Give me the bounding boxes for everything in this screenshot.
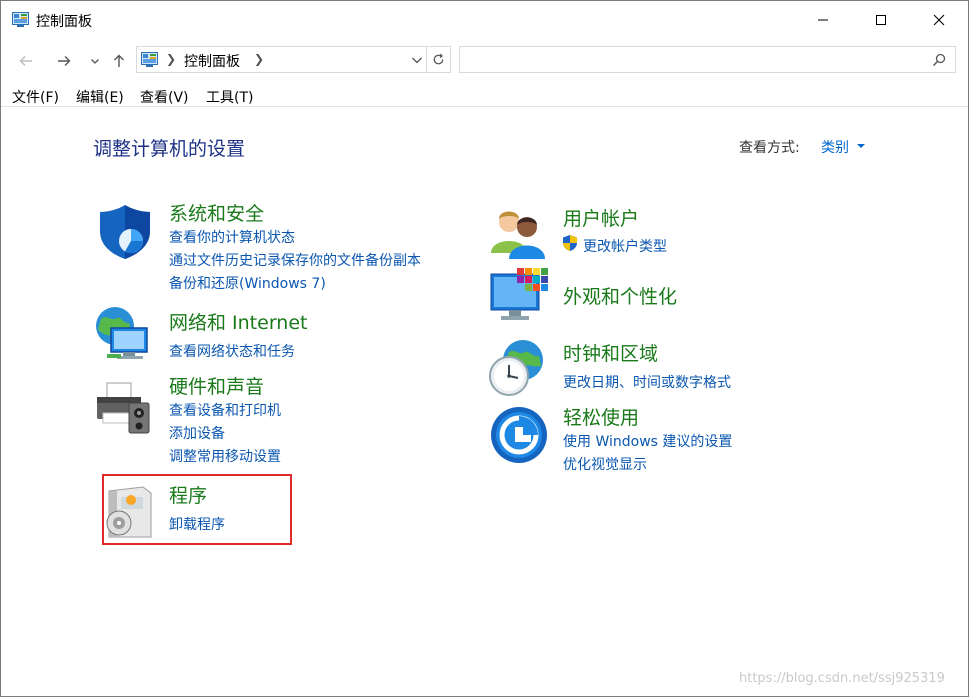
printer-icon[interactable] [93,379,153,439]
watermark-text: https://blog.csdn.net/ssj925319 [739,671,945,686]
view-by-dropdown[interactable]: 类别 [821,137,849,157]
menu-file[interactable]: 文件(F) [12,87,59,107]
refresh-icon [433,53,444,65]
link-network-status[interactable]: 查看网络状态和任务 [169,341,295,361]
clock-globe-icon[interactable] [487,338,547,398]
caret-down-icon[interactable] [857,144,865,148]
link-windows-suggested-settings[interactable]: 使用 Windows 建议的设置 [563,431,732,451]
menu-bar: 文件(F) 编辑(E) 查看(V) 工具(T) [1,83,968,107]
close-button[interactable] [910,1,968,39]
appearance-icon[interactable] [489,266,549,326]
recent-locations-button[interactable] [83,49,107,73]
arrow-right-icon [58,56,71,66]
link-change-account-type[interactable]: 更改帐户类型 [583,236,667,256]
ease-of-access-icon[interactable] [489,405,549,465]
category-title-users[interactable]: 用户帐户 [563,204,639,231]
forward-button[interactable] [52,49,76,73]
menu-edit[interactable]: 编辑(E) [76,87,124,107]
title-bar[interactable]: 控制面板 [1,1,968,39]
category-title-security[interactable]: 系统和安全 [169,199,264,226]
breadcrumb-control-panel[interactable]: 控制面板 [184,51,240,71]
search-box[interactable] [459,46,956,73]
link-date-time-format[interactable]: 更改日期、时间或数字格式 [563,372,731,392]
address-bar[interactable]: ❯ 控制面板 ❯ [136,46,451,73]
uac-shield-icon [563,235,577,251]
category-title-appearance[interactable]: 外观和个性化 [563,282,677,309]
page-title: 调整计算机的设置 [93,138,246,160]
category-title-hardware[interactable]: 硬件和声音 [169,372,264,399]
breadcrumb-separator-icon[interactable]: ❯ [254,52,264,66]
minimize-icon [818,19,828,21]
control-panel-icon [12,12,29,27]
chevron-down-icon [91,59,99,64]
navigation-bar: ❯ 控制面板 ❯ [1,39,968,81]
search-input[interactable] [466,50,926,69]
back-button[interactable] [14,49,38,73]
link-file-history-backup[interactable]: 通过文件历史记录保存你的文件备份副本 [169,250,421,270]
link-mobility-settings[interactable]: 调整常用移动设置 [169,446,281,466]
close-icon [933,14,945,26]
search-icon[interactable] [931,52,947,68]
control-panel-icon [141,52,158,67]
control-panel-window: 控制面板 ❯ 控制面板 ❯ 文件(F) 编辑(E) 查看(V) 工具(T) 调整… [0,0,969,697]
menu-view[interactable]: 查看(V) [140,87,189,107]
category-title-network[interactable]: 网络和 Internet [169,308,307,335]
link-optimize-visual-display[interactable]: 优化视觉显示 [563,454,647,474]
menu-tools[interactable]: 工具(T) [206,87,253,107]
window-title: 控制面板 [36,14,92,30]
arrow-up-icon [114,54,124,67]
breadcrumb-separator-icon[interactable]: ❯ [166,52,176,66]
minimize-button[interactable] [794,1,852,39]
refresh-button[interactable] [426,47,450,72]
chevron-down-icon[interactable] [409,52,425,68]
highlight-box [102,474,292,545]
link-devices-printers[interactable]: 查看设备和打印机 [169,400,281,420]
link-add-device[interactable]: 添加设备 [169,423,225,443]
category-title-clock[interactable]: 时钟和区域 [563,339,658,366]
link-view-computer-status[interactable]: 查看你的计算机状态 [169,227,295,247]
maximize-icon [876,15,886,25]
network-globe-icon[interactable] [93,304,153,364]
link-backup-restore[interactable]: 备份和还原(Windows 7) [169,273,326,293]
category-title-ease[interactable]: 轻松使用 [563,403,639,430]
up-button[interactable] [107,49,131,73]
users-icon[interactable] [489,205,549,265]
view-by-label: 查看方式: [739,140,800,156]
maximize-button[interactable] [852,1,910,39]
shield-icon[interactable] [95,201,155,261]
arrow-left-icon [19,56,32,66]
